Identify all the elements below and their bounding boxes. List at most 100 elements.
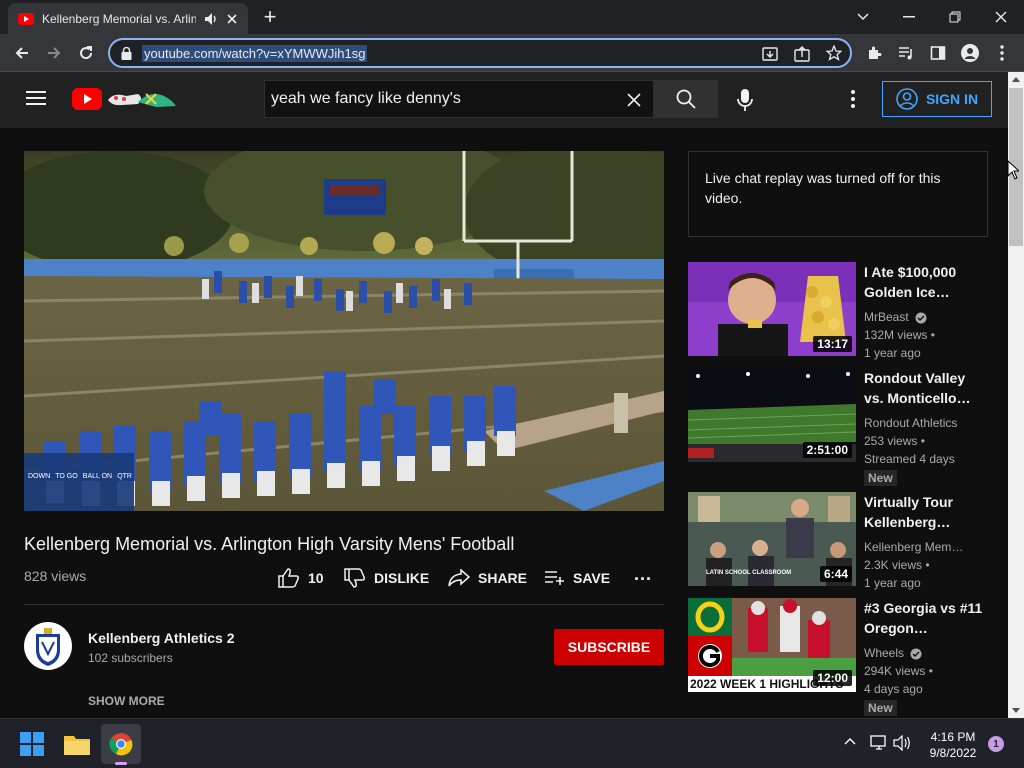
new-tab-button[interactable]: + — [258, 4, 282, 29]
recommendation-title[interactable]: #3 Georgia vs #11 Oregon… — [864, 598, 988, 638]
like-button[interactable]: 10 — [278, 568, 324, 588]
channel-avatar[interactable] — [24, 622, 72, 670]
show-hidden-icons-chevron-icon[interactable] — [844, 737, 856, 745]
sign-in-button[interactable]: SIGN IN — [882, 81, 992, 117]
close-tab-icon[interactable] — [226, 13, 238, 25]
thumbs-up-icon — [278, 568, 300, 588]
subscriber-count: 102 subscribers — [88, 651, 173, 665]
scoreboard-down: DOWN — [28, 473, 51, 480]
dislike-label: DISLIKE — [374, 570, 430, 586]
search-button[interactable] — [654, 80, 718, 118]
install-app-icon[interactable] — [762, 46, 778, 62]
divider — [24, 604, 664, 605]
profile-avatar-icon[interactable] — [956, 39, 984, 67]
share-arrow-icon — [448, 569, 470, 587]
recommendation-title[interactable]: Virtually Tour Kellenberg… — [864, 492, 988, 532]
clear-search-icon[interactable] — [627, 93, 641, 107]
file-explorer-icon[interactable] — [57, 724, 97, 764]
search-input[interactable]: yeah we fancy like denny's — [264, 80, 654, 118]
notification-badge[interactable]: 1 — [988, 736, 1004, 752]
browser-tab[interactable]: Kellenberg Memorial vs. Arlin — [8, 3, 248, 34]
live-chat-notice: Live chat replay was turned off for this… — [688, 151, 988, 237]
youtube-masthead: yeah we fancy like denny's SIGN IN — [0, 72, 1008, 128]
more-actions-label: ... — [634, 563, 653, 584]
recommendation-title[interactable]: Rondout Valley vs. Monticello… — [864, 368, 988, 408]
youtube-logo-icon[interactable] — [72, 86, 178, 112]
recommendation-channel[interactable]: Wheels — [864, 644, 988, 662]
browser-menu-icon[interactable] — [988, 39, 1016, 67]
search-icon — [676, 89, 696, 109]
minimize-button[interactable] — [886, 4, 932, 30]
scoreboard-overlay: DOWN TO GO BALL ON QTR — [28, 473, 132, 480]
video-thumbnail[interactable]: 2:51:00 — [688, 368, 856, 462]
video-thumbnail[interactable]: LATIN SCHOOL CLASSROOM 6:44 — [688, 492, 856, 586]
recommendation-views: 132M views • — [864, 328, 935, 342]
youtube-favicon-icon — [18, 12, 34, 25]
thumbs-down-icon — [344, 568, 366, 588]
volume-icon[interactable] — [893, 735, 911, 751]
browser-tab-strip: Kellenberg Memorial vs. Arlin + — [0, 0, 1024, 34]
hamburger-menu-icon[interactable] — [26, 90, 46, 106]
account-circle-icon — [896, 88, 918, 110]
show-more-button[interactable]: SHOW MORE — [88, 694, 165, 708]
recommendation-channel-name[interactable]: Rondout Athletics — [864, 414, 988, 432]
share-button[interactable]: SHARE — [448, 568, 527, 588]
thumbnail-caption: LATIN SCHOOL CLASSROOM — [706, 570, 792, 576]
recommendation-item[interactable]: LATIN SCHOOL CLASSROOM 6:44 Virtually To… — [688, 492, 988, 590]
settings-more-icon[interactable] — [851, 90, 855, 108]
recommendation-channel-name[interactable]: Kellenberg Mem… — [864, 538, 988, 556]
save-button[interactable]: SAVE — [545, 568, 610, 588]
recommendation-views: 294K views • — [864, 664, 933, 678]
close-window-button[interactable] — [978, 4, 1024, 30]
scroll-down-arrow-icon[interactable] — [1012, 708, 1020, 714]
side-panel-icon[interactable] — [924, 39, 952, 67]
view-count: 828 views — [24, 568, 87, 584]
extensions-icon[interactable] — [860, 39, 888, 67]
voice-search-microphone-icon[interactable] — [736, 88, 754, 112]
media-controls-icon[interactable] — [892, 39, 920, 67]
video-thumbnail[interactable]: 13:17 — [688, 262, 856, 356]
tab-search-chevron-icon[interactable] — [840, 4, 886, 30]
recommendation-title[interactable]: I Ate $100,000 Golden Ice… — [864, 262, 988, 302]
share-page-icon[interactable] — [794, 46, 810, 62]
channel-name[interactable]: Kellenberg Athletics 2 — [88, 630, 235, 646]
active-app-indicator — [115, 762, 127, 765]
more-actions-button[interactable]: ... — [634, 564, 652, 584]
new-badge: New — [864, 700, 897, 716]
bookmark-star-icon[interactable] — [826, 45, 842, 61]
url-text[interactable]: youtube.com/watch?v=xYMWWJih1sg — [142, 45, 368, 62]
live-chat-message: Live chat replay was turned off for this… — [705, 170, 941, 206]
playlist-add-icon — [545, 570, 565, 586]
video-duration: 12:00 — [813, 670, 852, 686]
dislike-button[interactable]: DISLIKE — [344, 568, 429, 588]
recommendation-item[interactable]: 13:17 I Ate $100,000 Golden Ice… MrBeast… — [688, 262, 988, 360]
clock-time: 4:16 PM — [930, 730, 976, 744]
forward-arrow-icon[interactable] — [40, 39, 68, 67]
recommendation-item[interactable]: 2022 WEEK 1 HIGHLIGHTS 12:00 #3 Georgia … — [688, 598, 988, 716]
back-arrow-icon[interactable] — [8, 39, 36, 67]
subscribe-button[interactable]: SUBSCRIBE — [554, 629, 664, 665]
clock-date: 9/8/2022 — [929, 746, 977, 760]
network-icon[interactable] — [870, 735, 888, 751]
video-thumbnail[interactable]: 2022 WEEK 1 HIGHLIGHTS 12:00 — [688, 598, 856, 692]
recommendation-views: 253 views • — [864, 434, 925, 448]
notification-count: 1 — [993, 738, 999, 750]
recommendation-item[interactable]: 2:51:00 Rondout Valley vs. Monticello… R… — [688, 368, 988, 486]
scroll-up-arrow-icon[interactable] — [1012, 76, 1020, 82]
youtube-page: yeah we fancy like denny's SIGN IN DOWN … — [0, 72, 1008, 718]
share-label: SHARE — [478, 570, 528, 586]
recommendation-age: 4 days ago — [864, 682, 923, 696]
video-player[interactable]: DOWN TO GO BALL ON QTR — [24, 151, 664, 511]
system-clock[interactable]: 4:16 PM 9/8/2022 — [918, 729, 988, 761]
recommendation-channel[interactable]: MrBeast — [864, 308, 988, 326]
address-bar[interactable]: youtube.com/watch?v=xYMWWJih1sg — [108, 38, 852, 68]
recommendation-age: 1 year ago — [864, 346, 921, 360]
video-duration: 2:51:00 — [802, 442, 852, 458]
reload-icon[interactable] — [72, 39, 100, 67]
restore-button[interactable] — [932, 4, 978, 30]
start-windows-icon[interactable] — [12, 724, 52, 764]
chrome-taskbar-icon[interactable] — [101, 724, 141, 765]
audio-playing-icon[interactable] — [204, 12, 218, 26]
video-title: Kellenberg Memorial vs. Arlington High V… — [24, 534, 515, 554]
lock-icon[interactable] — [121, 47, 132, 60]
